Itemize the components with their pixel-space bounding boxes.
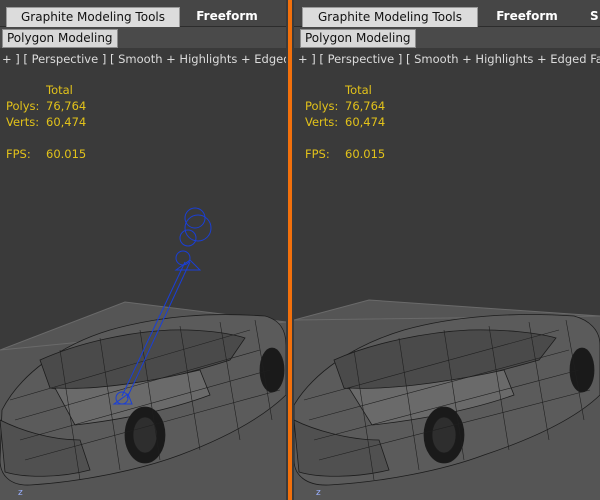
active-viewport-border: [288, 0, 292, 500]
ribbon-sub-strip: Polygon Modeling: [0, 27, 286, 48]
stats-verts-label: Verts:: [6, 115, 40, 129]
viewport-right[interactable]: Graphite Modeling Tools Freeform S Polyg…: [294, 0, 600, 500]
tab-selection[interactable]: S: [590, 7, 600, 26]
viewport-label[interactable]: + ] [ Perspective ] [ Smooth + Highlight…: [2, 52, 286, 66]
stats-polys-value: 76,764: [46, 99, 87, 113]
ribbon-tab-bar: Graphite Modeling Tools Freeform: [0, 0, 286, 27]
stats-fps-label: FPS:: [6, 147, 31, 161]
viewport-label[interactable]: + ] [ Perspective ] [ Smooth + Highlight…: [298, 52, 600, 66]
axis-z-label: z: [18, 488, 23, 498]
stats-total-header: Total: [345, 83, 372, 97]
tab-freeform[interactable]: Freeform: [490, 7, 564, 26]
tab-polygon-modeling[interactable]: Polygon Modeling: [300, 29, 416, 48]
stats-polys-label: Polys:: [305, 99, 339, 113]
tab-polygon-modeling[interactable]: Polygon Modeling: [2, 29, 118, 48]
stats-overlay: Total Polys: 76,764 Verts: 60,474 FPS: 6…: [6, 82, 126, 172]
stats-fps-label: FPS:: [305, 147, 330, 161]
ribbon-sub-strip: Polygon Modeling: [294, 27, 600, 48]
stats-verts-value: 60,474: [345, 115, 386, 129]
ribbon-tab-bar: Graphite Modeling Tools Freeform S: [294, 0, 600, 27]
axis-z-label: z: [316, 488, 321, 498]
tab-graphite-modeling-tools[interactable]: Graphite Modeling Tools: [6, 7, 180, 27]
tab-freeform[interactable]: Freeform: [190, 7, 264, 26]
stats-fps-value: 60.015: [345, 147, 386, 161]
stats-total-header: Total: [46, 83, 73, 97]
stats-polys-label: Polys:: [6, 99, 40, 113]
stats-verts-value: 60,474: [46, 115, 87, 129]
stats-overlay: Total Polys: 76,764 Verts: 60,474 FPS: 6…: [305, 82, 425, 172]
stats-fps-value: 60.015: [46, 147, 87, 161]
stats-verts-label: Verts:: [305, 115, 339, 129]
stats-polys-value: 76,764: [345, 99, 386, 113]
viewport-divider[interactable]: [286, 0, 294, 500]
viewport-left[interactable]: Graphite Modeling Tools Freeform Polygon…: [0, 0, 286, 500]
viewport-scene-right: [294, 299, 600, 500]
tab-graphite-modeling-tools[interactable]: Graphite Modeling Tools: [302, 7, 478, 27]
viewport-scene-left: [0, 207, 286, 500]
